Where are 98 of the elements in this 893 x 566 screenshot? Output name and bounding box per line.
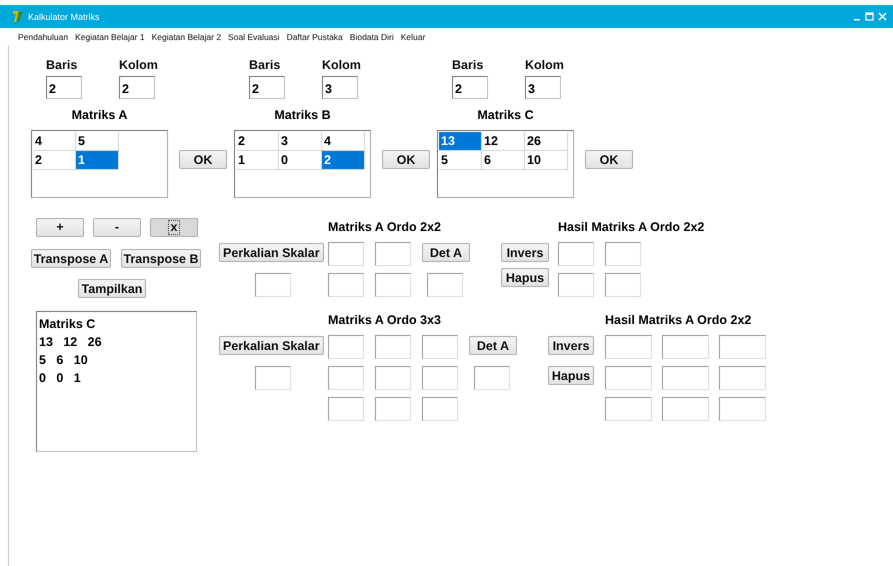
result-input[interactable] xyxy=(719,335,766,359)
output-line: 0 0 1 xyxy=(39,370,82,387)
matrix-input[interactable] xyxy=(328,273,364,297)
output-line: 5 6 10 xyxy=(39,352,89,369)
show-button[interactable]: Tampilkan xyxy=(78,279,146,298)
inverse-button[interactable]: Invers xyxy=(501,243,549,262)
grid-cell[interactable]: 2 xyxy=(33,151,76,170)
output-area[interactable]: Matriks C 13 12 26 5 6 10 0 0 1 xyxy=(36,311,197,452)
grid-cell[interactable]: 4 xyxy=(322,132,365,151)
scalar-button[interactable]: Perkalian Skalar xyxy=(219,336,324,355)
scalar-button[interactable]: Perkalian Skalar xyxy=(219,243,324,262)
result-input[interactable] xyxy=(558,242,594,266)
grid-cell[interactable]: 12 xyxy=(482,132,525,151)
result-input[interactable] xyxy=(662,335,709,359)
menu-item[interactable]: Daftar Pustaka xyxy=(286,32,343,42)
result-input[interactable] xyxy=(662,397,709,421)
grid-cell[interactable]: 3 xyxy=(279,132,322,151)
result-input[interactable] xyxy=(662,366,709,390)
matrix-input[interactable] xyxy=(422,366,458,390)
columns-label: Kolom xyxy=(322,58,361,74)
result-input[interactable] xyxy=(605,273,641,297)
matrix-input[interactable] xyxy=(422,397,458,421)
menu-item[interactable]: Kegiatan Belajar 2 xyxy=(152,32,222,42)
grid-cell[interactable]: 10 xyxy=(525,151,568,170)
scalar-input[interactable] xyxy=(255,366,291,390)
determinant-input[interactable] xyxy=(427,273,463,297)
matrix-input[interactable] xyxy=(375,366,411,390)
matrix-input[interactable] xyxy=(328,242,364,266)
matrix-title: Matriks A Ordo 2x2 xyxy=(328,220,442,235)
output-line: 13 12 26 xyxy=(39,334,103,351)
rows-label: Baris xyxy=(452,58,484,74)
output-line: Matriks C xyxy=(39,316,96,333)
result-input[interactable] xyxy=(605,242,641,266)
operation-button[interactable]: - xyxy=(93,218,141,237)
transpose-button[interactable]: Transpose B xyxy=(121,249,201,268)
transpose-button[interactable]: Transpose A xyxy=(31,249,111,268)
clear-button[interactable]: Hapus xyxy=(501,268,549,287)
ok-button[interactable]: OK xyxy=(382,150,430,169)
menu-item[interactable]: Kegiatan Belajar 1 xyxy=(75,32,145,42)
columns-input[interactable]: 2 xyxy=(119,76,155,99)
matrix-input[interactable] xyxy=(375,273,411,297)
result-input[interactable] xyxy=(605,397,652,421)
menu-item[interactable]: Pendahuluan xyxy=(18,32,68,42)
result-input[interactable] xyxy=(558,273,594,297)
rows-label: Baris xyxy=(249,58,282,74)
grid-cell[interactable]: 0 xyxy=(279,151,322,170)
clear-button[interactable]: Hapus xyxy=(548,366,594,385)
result-input[interactable] xyxy=(605,335,652,359)
rows-input[interactable]: 2 xyxy=(249,76,285,99)
grid-cell[interactable]: 2 xyxy=(322,151,365,170)
determinant-button[interactable]: Det A xyxy=(422,243,470,262)
inverse-button[interactable]: Invers xyxy=(548,336,594,355)
grid-cell[interactable]: 6 xyxy=(482,151,525,170)
result-title: Hasil Matriks A Ordo 2x2 xyxy=(558,220,706,235)
columns-input[interactable]: 3 xyxy=(525,76,561,99)
maximize-icon[interactable] xyxy=(865,12,874,21)
menu-item[interactable]: Keluar xyxy=(400,32,426,42)
operation-button[interactable]: + xyxy=(36,218,84,237)
matrix-title: Matriks A Ordo 3x3 xyxy=(328,313,442,328)
matrix-input[interactable] xyxy=(375,242,411,266)
columns-input[interactable]: 3 xyxy=(322,76,358,99)
grid-cell[interactable]: 5 xyxy=(439,151,482,170)
grid-cell[interactable]: 1 xyxy=(236,151,279,170)
menu-item[interactable]: Biodata Diri xyxy=(350,32,394,42)
matrix-input[interactable] xyxy=(375,335,411,359)
ok-button[interactable]: OK xyxy=(585,150,633,169)
grid-cell[interactable]: 1 xyxy=(76,151,119,170)
grid-cell[interactable]: 26 xyxy=(525,132,568,151)
grid-cell[interactable]: 4 xyxy=(33,132,76,151)
matrix-title: Matriks C xyxy=(476,108,535,124)
matrix-input[interactable] xyxy=(328,366,364,390)
ok-button[interactable]: OK xyxy=(179,150,227,169)
result-input[interactable] xyxy=(719,397,766,421)
matrix-input[interactable] xyxy=(328,335,364,359)
matrix-input[interactable] xyxy=(422,335,458,359)
matrix-title: Matriks A xyxy=(70,108,128,124)
rows-label: Baris xyxy=(46,58,78,74)
grid-cell[interactable]: 2 xyxy=(236,132,279,151)
matrix-title: Matriks B xyxy=(273,108,332,124)
result-input[interactable] xyxy=(719,366,766,390)
grid-cell[interactable]: 5 xyxy=(76,132,119,151)
determinant-button[interactable]: Det A xyxy=(469,336,517,355)
rows-input[interactable]: 2 xyxy=(46,76,82,99)
grid-cell[interactable]: 13 xyxy=(439,132,482,151)
determinant-input[interactable] xyxy=(474,366,510,390)
rows-input[interactable]: 2 xyxy=(452,76,488,99)
operation-button[interactable]: x xyxy=(150,218,198,237)
window-title: Kalkulator Matriks xyxy=(28,12,101,22)
menu-item[interactable]: Soal Evaluasi xyxy=(228,32,280,42)
columns-label: Kolom xyxy=(119,58,158,74)
logo-icon xyxy=(12,10,24,23)
matrix-input[interactable] xyxy=(375,397,411,421)
result-title: Hasil Matriks A Ordo 2x2 xyxy=(605,313,752,328)
matrix-input[interactable] xyxy=(328,397,364,421)
result-input[interactable] xyxy=(605,366,652,390)
scalar-input[interactable] xyxy=(255,273,291,297)
columns-label: Kolom xyxy=(525,58,564,74)
close-icon[interactable] xyxy=(878,12,887,21)
